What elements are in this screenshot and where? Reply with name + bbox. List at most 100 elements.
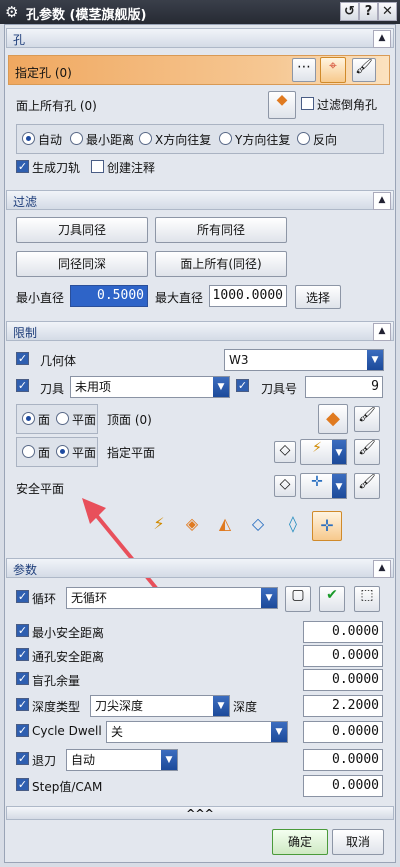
blind-allowance-input[interactable]: 0.0000 (303, 669, 383, 691)
help-icon[interactable]: ? (359, 2, 378, 21)
generate-toolpath-label: 生成刀轨 (32, 161, 81, 175)
through-safe-distance-input[interactable]: 0.0000 (303, 645, 383, 667)
section-header-limit[interactable]: 限制 ▲ (6, 321, 394, 341)
angled-plane-icon[interactable]: ◭ (212, 514, 238, 540)
mode-y-zigzag-radio[interactable] (219, 132, 232, 145)
create-annotation-checkbox[interactable] (91, 160, 104, 173)
plane-face-radio[interactable] (22, 445, 35, 458)
point-list-icon[interactable]: ⋯ (292, 58, 316, 82)
chevron-down-icon[interactable]: ▼ (261, 588, 277, 608)
all-on-face-same-dia-button[interactable]: 面上所有(同径) (155, 251, 287, 277)
depth-type-label: 深度类型 (32, 700, 81, 714)
chevron-down-icon[interactable]: ▼ (213, 696, 229, 716)
cycle-dwell-label: Cycle Dwell (32, 724, 102, 738)
cycle-dwell-checkbox[interactable]: ✓ (16, 724, 29, 737)
specify-hole-label: 指定孔 (0) (15, 66, 72, 80)
tool-select[interactable]: 未用项 ▼ (70, 376, 230, 398)
min-safe-distance-checkbox[interactable]: ✓ (16, 624, 29, 637)
collapse-icon[interactable]: ▲ (373, 192, 391, 210)
ok-button[interactable]: 确定 (272, 829, 328, 855)
all-same-dia-button[interactable]: 所有同径 (155, 217, 287, 243)
face-select-icon[interactable]: ◆ (268, 91, 296, 119)
geometry-select[interactable]: W3 ▼ (224, 349, 384, 371)
section-header-params[interactable]: 参数 ▲ (6, 558, 394, 578)
brush-icon[interactable]: 🖌 (354, 473, 380, 499)
collapse-icon[interactable]: ▲ (373, 30, 391, 48)
top-plane-radio[interactable] (56, 412, 69, 425)
cycle-dashed-icon[interactable]: ⬚ (354, 586, 380, 612)
safe-plane-dynamic-icon[interactable]: ✛ (300, 473, 334, 499)
xz-plane-icon[interactable]: ◊ (280, 514, 306, 540)
min-dia-input[interactable]: 0.5000 (70, 285, 148, 307)
plane-dynamic-icon[interactable]: ⚡ (300, 439, 334, 465)
face-select-icon[interactable]: ◆ (318, 404, 348, 434)
chevron-down-icon[interactable]: ▼ (271, 722, 287, 742)
retract-checkbox[interactable]: ✓ (16, 752, 29, 765)
chevron-down-icon[interactable]: ▼ (213, 377, 229, 397)
brush-icon[interactable]: 🖌 (354, 406, 380, 432)
mode-x-zigzag-radio[interactable] (139, 132, 152, 145)
cycle-dwell-input[interactable]: 0.0000 (303, 721, 383, 743)
collapse-icon[interactable]: ▲ (373, 560, 391, 578)
plane-dropdown[interactable]: ▼ (332, 439, 347, 465)
cycle-edit-icon[interactable]: ▢ (285, 586, 311, 612)
mode-label: 反向 (313, 133, 338, 147)
retract-select[interactable]: 自动 ▼ (66, 749, 178, 771)
top-face-radio[interactable] (22, 412, 35, 425)
same-dia-same-depth-button[interactable]: 同径同深 (16, 251, 148, 277)
tool-number-checkbox[interactable]: ✓ (236, 379, 249, 392)
depth-type-checkbox[interactable]: ✓ (16, 698, 29, 711)
gear-icon[interactable]: ⚙ (5, 3, 18, 21)
cycle-checkbox[interactable]: ✓ (16, 590, 29, 603)
reset-icon[interactable]: ↺ (340, 2, 359, 21)
step-cam-checkbox[interactable]: ✓ (16, 778, 29, 791)
xy-plane-icon[interactable]: ◇ (245, 514, 271, 540)
close-icon[interactable]: ✕ (378, 2, 397, 21)
chevron-down-icon[interactable]: ▼ (332, 440, 346, 464)
min-safe-distance-input[interactable]: 0.0000 (303, 621, 383, 643)
cancel-button[interactable]: 取消 (332, 829, 384, 855)
tool-checkbox[interactable]: ✓ (16, 379, 29, 392)
blind-allowance-checkbox[interactable]: ✓ (16, 672, 29, 685)
mode-reverse-radio[interactable] (297, 132, 310, 145)
tool-value: 未用项 (75, 380, 112, 394)
depth-type-select[interactable]: 刀尖深度 ▼ (90, 695, 230, 717)
depth-input[interactable]: 2.2000 (303, 695, 383, 717)
chevron-down-icon[interactable]: ▼ (367, 350, 383, 370)
csys-plane-icon[interactable]: ✛ (312, 511, 342, 541)
cycle-label: 循环 (32, 592, 57, 606)
safe-plane-label: 安全平面 (16, 482, 65, 496)
offset-plane-icon[interactable]: ◈ (179, 514, 205, 540)
collapse-icon[interactable]: ▲ (373, 323, 391, 341)
brush-icon[interactable]: 🖌 (352, 58, 376, 82)
generate-toolpath-checkbox[interactable]: ✓ (16, 160, 29, 173)
through-safe-distance-label: 通孔安全距离 (32, 650, 105, 664)
mode-auto-radio[interactable] (22, 132, 35, 145)
brush-icon[interactable]: 🖌 (354, 439, 380, 465)
max-dia-input[interactable]: 1000.0000 (209, 285, 287, 307)
tool-number-input[interactable]: 9 (305, 376, 383, 398)
chevron-down-icon[interactable]: ▼ (332, 474, 346, 498)
step-cam-input[interactable]: 0.0000 (303, 775, 383, 797)
filter-chamfer-checkbox[interactable] (301, 97, 314, 110)
cycle-dwell-select[interactable]: 关 ▼ (106, 721, 288, 743)
select-button[interactable]: 选择 (295, 285, 341, 309)
section-header-hole[interactable]: 孔 ▲ (6, 28, 394, 48)
same-dia-as-tool-button[interactable]: 刀具同径 (16, 217, 148, 243)
mode-min-distance-radio[interactable] (70, 132, 83, 145)
section-header-filter[interactable]: 过滤 ▲ (6, 190, 394, 210)
retract-label: 退刀 (32, 754, 57, 768)
geometry-checkbox[interactable]: ✓ (16, 352, 29, 365)
target-select-icon[interactable]: ⌖ (320, 57, 346, 83)
safe-plane-dropdown[interactable]: ▼ (332, 473, 347, 499)
create-annotation-label: 创建注释 (107, 161, 156, 175)
plane-icon[interactable]: ◇ (274, 475, 296, 497)
retract-input[interactable]: 0.0000 (303, 749, 383, 771)
chevron-down-icon[interactable]: ▼ (161, 750, 177, 770)
expand-more-button[interactable]: ^^^ (6, 806, 394, 820)
plane-plane-radio[interactable] (56, 445, 69, 458)
through-safe-distance-checkbox[interactable]: ✓ (16, 648, 29, 661)
cycle-confirm-icon[interactable]: ✔ (319, 586, 345, 612)
plane-icon[interactable]: ◇ (274, 441, 296, 463)
cycle-select[interactable]: 无循环 ▼ (66, 587, 278, 609)
